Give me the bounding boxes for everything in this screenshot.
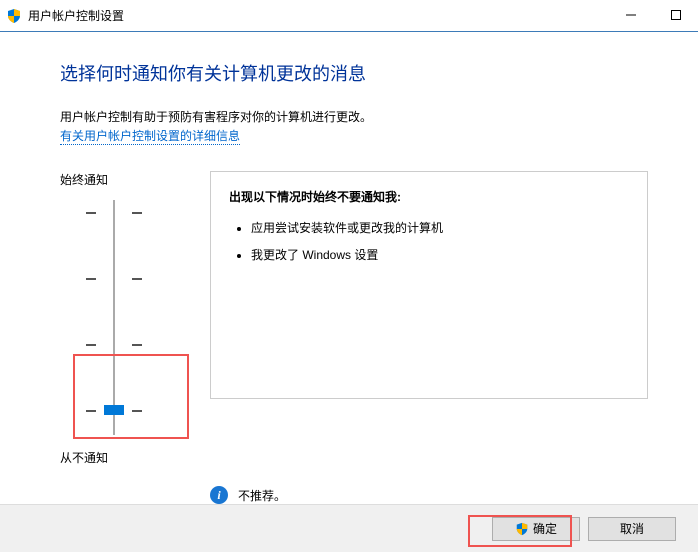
recommendation-row: i 不推荐。 <box>210 486 648 504</box>
window-title: 用户帐户控制设置 <box>28 7 124 24</box>
info-icon: i <box>210 486 228 504</box>
info-panel: 出现以下情况时始终不要通知我: 应用尝试安装软件或更改我的计算机 我更改了 Wi… <box>210 171 648 399</box>
panel-list-item: 我更改了 Windows 设置 <box>251 246 629 263</box>
slider-label-always: 始终通知 <box>60 171 190 188</box>
panel-title: 出现以下情况时始终不要通知我: <box>229 188 629 205</box>
cancel-button-label: 取消 <box>620 520 644 537</box>
cancel-button[interactable]: 取消 <box>588 517 676 541</box>
minimize-button[interactable] <box>608 0 653 30</box>
uac-shield-icon <box>515 522 529 536</box>
recommendation-text: 不推荐。 <box>238 487 286 504</box>
ok-button-label: 确定 <box>533 520 557 537</box>
uac-slider[interactable] <box>86 200 142 435</box>
page-heading: 选择何时通知你有关计算机更改的消息 <box>60 60 648 86</box>
bottom-bar: 确定 取消 <box>0 504 698 552</box>
slider-label-never: 从不通知 <box>60 449 190 466</box>
uac-shield-icon <box>6 8 22 24</box>
window-controls <box>608 0 698 30</box>
slider-thumb[interactable] <box>104 405 124 415</box>
slider-column: 始终通知 从不通知 <box>60 171 190 466</box>
panel-list: 应用尝试安装软件或更改我的计算机 我更改了 Windows 设置 <box>229 219 629 263</box>
learn-more-link[interactable]: 有关用户帐户控制设置的详细信息 <box>60 127 240 145</box>
description-text: 用户帐户控制有助于预防有害程序对你的计算机进行更改。 <box>60 108 648 125</box>
titlebar: 用户帐户控制设置 <box>0 0 698 32</box>
maximize-button[interactable] <box>653 0 698 30</box>
panel-list-item: 应用尝试安装软件或更改我的计算机 <box>251 219 629 236</box>
content-area: 选择何时通知你有关计算机更改的消息 用户帐户控制有助于预防有害程序对你的计算机进… <box>0 32 698 504</box>
ok-button[interactable]: 确定 <box>492 517 580 541</box>
